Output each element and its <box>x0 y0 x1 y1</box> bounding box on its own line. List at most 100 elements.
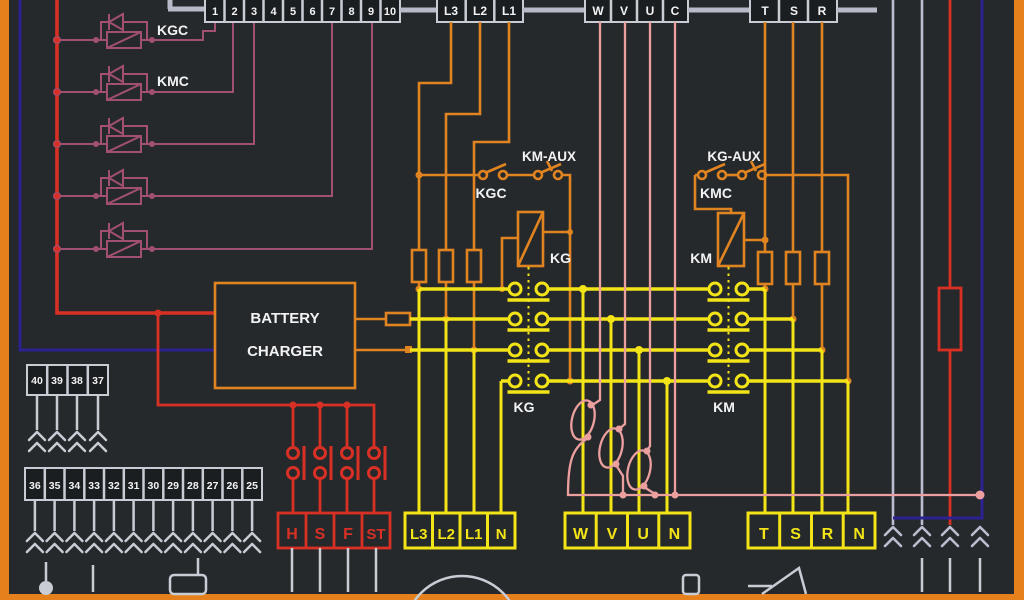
relay-5 <box>93 223 155 257</box>
plug-arrow-4 <box>972 527 988 546</box>
relay-kgc-label: KGC <box>157 22 188 38</box>
terminal-36: 36 <box>29 480 41 492</box>
fuse-r <box>815 252 829 284</box>
schematic-canvas: KGC KMC 1 2 3 4 5 6 7 8 9 10 L3 L2 L1 <box>0 0 1024 600</box>
fuse-t <box>758 252 772 284</box>
top-block-metering: W V U C <box>523 0 688 22</box>
battery-charger-label-1: BATTERY <box>250 310 319 327</box>
fuse-l1 <box>467 250 481 282</box>
terminal-30: 30 <box>148 480 160 492</box>
terminal-31: 31 <box>128 480 140 492</box>
pilot-relay-bank: KGC KMC <box>54 14 373 257</box>
terminal-29: 29 <box>167 480 179 492</box>
control-io-block: H S F ST <box>278 446 390 592</box>
terminal-1: 1 <box>212 6 218 18</box>
terminal-10: 10 <box>384 6 396 18</box>
link-h <box>288 446 305 480</box>
terminal-t-mains: T <box>759 526 769 543</box>
kg-contactor-label: KG <box>514 399 535 415</box>
terminal-34: 34 <box>69 480 81 492</box>
mains-feed <box>758 22 829 354</box>
terminal-5: 5 <box>290 6 296 18</box>
relay-4 <box>93 170 155 204</box>
top-terminal-strip-numbers: 1 2 3 4 5 6 7 8 9 10 <box>168 0 400 22</box>
right-feeders <box>885 0 988 592</box>
fuse-l3 <box>412 250 426 282</box>
terminal-l3-gen: L3 <box>410 526 428 543</box>
terminal-s-top: S <box>790 4 798 18</box>
terminal-4: 4 <box>270 6 277 18</box>
terminal-w-top: W <box>592 4 604 18</box>
terminal-n-mains: N <box>853 526 865 543</box>
mains-symbol <box>748 568 806 594</box>
terminal-l3-top: L3 <box>444 4 458 18</box>
terminal-s-mains: S <box>790 526 801 543</box>
symbol-sensor <box>39 581 53 595</box>
terminal-w-load: W <box>573 526 589 543</box>
terminal-h: H <box>286 526 298 543</box>
terminal-l1-gen: L1 <box>465 526 483 543</box>
load-terminal-block: W V U N <box>565 513 699 594</box>
terminal-26: 26 <box>227 480 239 492</box>
terminal-r-mains: R <box>822 526 834 543</box>
link-s <box>315 446 332 480</box>
terminal-25: 25 <box>246 480 258 492</box>
terminal-8: 8 <box>348 6 354 18</box>
terminal-l1-top: L1 <box>502 4 516 18</box>
terminal-9: 9 <box>368 6 374 18</box>
top-block-line-in: L3 L2 L1 <box>400 0 523 22</box>
km-pole-1 <box>708 283 750 300</box>
terminal-l2-gen: L2 <box>437 526 455 543</box>
kgc-contact <box>479 164 507 179</box>
relay-kgc <box>93 14 155 48</box>
terminal-2: 2 <box>231 6 237 18</box>
terminal-38: 38 <box>71 375 83 387</box>
terminal-37: 37 <box>92 375 104 387</box>
terminal-l2-top: L2 <box>473 4 487 18</box>
relay4-to-terminal7 <box>152 22 332 196</box>
plug-arrow-1 <box>885 527 901 546</box>
terminal-u-load: U <box>637 526 649 543</box>
dc-negative-wire <box>20 0 215 350</box>
control-supply-branch <box>158 313 374 447</box>
terminal-27: 27 <box>207 480 219 492</box>
terminal-35: 35 <box>49 480 61 492</box>
terminal-40: 40 <box>31 375 43 387</box>
top-block-mains-in: T S R <box>688 0 877 22</box>
battery-charger-label-2: CHARGER <box>247 343 323 360</box>
terminal-n-load: N <box>669 526 681 543</box>
generator-terminal-drops <box>419 289 501 513</box>
plug-arrow-3 <box>942 527 958 546</box>
terminal-3: 3 <box>251 6 257 18</box>
terminal-s-io: S <box>315 526 326 543</box>
mains-terminal-drops <box>765 289 848 513</box>
fuse-s <box>786 252 800 284</box>
terminal-v-top: V <box>620 4 628 18</box>
terminal-strip-lower: 36 35 34 33 32 31 30 29 28 27 26 25 <box>25 468 262 552</box>
terminal-r-top: R <box>818 4 827 18</box>
terminal-st: ST <box>366 526 385 543</box>
battery-charger: BATTERY CHARGER <box>215 283 412 388</box>
terminal-f: F <box>343 526 353 543</box>
power-buses: KG KM <box>410 267 848 513</box>
link-f <box>342 446 359 480</box>
terminal-t-top: T <box>761 4 769 18</box>
kmc-contact <box>698 164 726 179</box>
terminal-39: 39 <box>51 375 63 387</box>
relay-kmc <box>93 66 155 100</box>
mains-terminal-block: T S R N <box>748 513 875 594</box>
battery-charger-box <box>215 283 355 388</box>
relay-3 <box>93 118 155 152</box>
engine-wire-negative <box>893 0 982 518</box>
kmc-contact-label: KMC <box>700 185 732 201</box>
terminal-c-top: C <box>671 4 680 18</box>
fuse-l2 <box>439 250 453 282</box>
terminal-u-top: U <box>646 4 655 18</box>
terminal-v-load: V <box>607 526 618 543</box>
terminal-28: 28 <box>187 480 199 492</box>
plug-arrow-2 <box>914 527 930 546</box>
terminal-6: 6 <box>309 6 315 18</box>
dc-fuse <box>939 288 961 350</box>
bottom-left-symbols <box>39 558 206 595</box>
wiring-diagram: KGC KMC 1 2 3 4 5 6 7 8 9 10 L3 L2 L1 <box>0 0 1024 600</box>
